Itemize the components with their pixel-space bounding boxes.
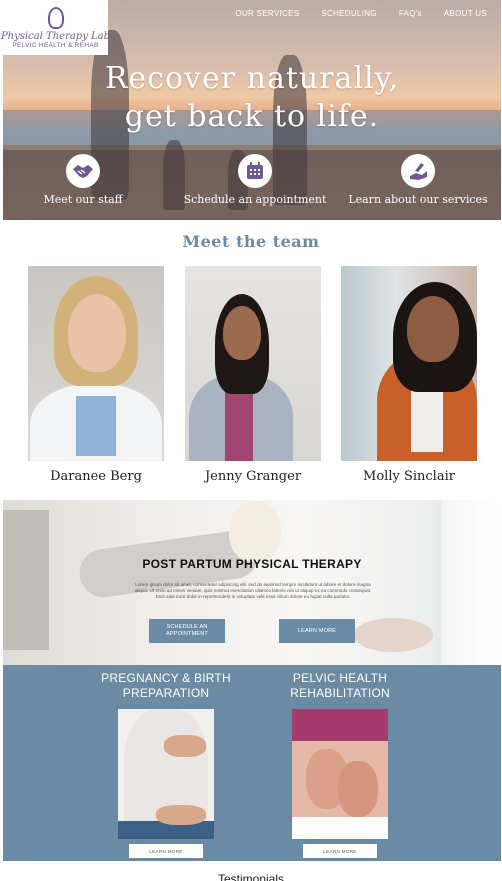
pregnancy-learn-more-button[interactable]: LEARN MORE — [129, 844, 203, 858]
nav-scheduling[interactable]: SCHEDULING — [321, 9, 376, 18]
postpartum-learn-more-button[interactable]: LEARN MORE — [279, 619, 355, 643]
feature-label: Meet our staff — [43, 193, 123, 206]
feature-label: Schedule an appointment — [183, 193, 327, 206]
nav-our-services[interactable]: OUR SERVICES — [235, 9, 299, 18]
hero-title-line2: get back to life. — [124, 99, 380, 134]
service-title: PREGNANCY & BIRTH PREPARATION — [101, 671, 231, 700]
postpartum-body: Lorem ipsum dolor sit amet, consectetur … — [134, 582, 372, 599]
calendar-icon — [238, 154, 272, 188]
logo-script-text: Physical Therapy Lab — [0, 30, 111, 42]
postpartum-section: POST PARTUM PHYSICAL THERAPY Lorem ipsum… — [3, 500, 501, 665]
team-member-name: Jenny Granger — [204, 469, 302, 484]
feature-label: Learn about our services — [348, 193, 488, 206]
feature-services[interactable]: Learn about our services — [338, 154, 498, 206]
logo-subtitle: PELVIC HEALTH & REHAB — [12, 41, 99, 49]
main-nav: OUR SERVICES SCHEDULING FAQ's ABOUT US — [235, 9, 487, 18]
handshake-icon — [66, 154, 100, 188]
feature-schedule[interactable]: Schedule an appointment — [175, 154, 335, 206]
hero-title-line1: Recover naturally, — [104, 61, 400, 96]
service-image — [118, 709, 214, 839]
site-logo[interactable]: Physical Therapy Lab PELVIC HEALTH & REH… — [0, 0, 111, 55]
team-member-photo — [185, 266, 321, 461]
team-section-title: Meet the team — [182, 232, 320, 251]
service-card-pelvic: PELVIC HEALTH REHABILITATION LEARN MORE — [275, 671, 405, 858]
pelvic-learn-more-button[interactable]: LEARN MORE — [303, 844, 377, 858]
team-member-photo — [28, 266, 164, 461]
feature-meet-staff[interactable]: Meet our staff — [3, 154, 163, 206]
logo-mark-icon — [47, 6, 64, 29]
hero-title: Recover naturally, get back to life. — [3, 60, 501, 136]
services-section: PREGNANCY & BIRTH PREPARATION LEARN MORE… — [3, 665, 501, 861]
team-member-name: Molly Sinclair — [363, 469, 455, 484]
hand-care-icon — [401, 154, 435, 188]
team-member-card[interactable]: Jenny Granger — [185, 266, 321, 484]
nav-about-us[interactable]: ABOUT US — [444, 9, 487, 18]
service-card-pregnancy: PREGNANCY & BIRTH PREPARATION LEARN MORE — [101, 671, 231, 858]
testimonials-heading: Testimonials — [217, 872, 285, 881]
team-member-photo — [341, 266, 477, 461]
team-member-card[interactable]: Daranee Berg — [28, 266, 164, 484]
service-image — [292, 709, 388, 839]
postpartum-title: POST PARTUM PHYSICAL THERAPY — [142, 557, 362, 571]
team-member-card[interactable]: Molly Sinclair — [341, 266, 477, 484]
schedule-appointment-button[interactable]: SCHEDULE AN APPOINTMENT — [149, 619, 225, 643]
service-title: PELVIC HEALTH REHABILITATION — [290, 671, 390, 700]
nav-faqs[interactable]: FAQ's — [399, 9, 422, 18]
team-member-name: Daranee Berg — [50, 469, 142, 484]
